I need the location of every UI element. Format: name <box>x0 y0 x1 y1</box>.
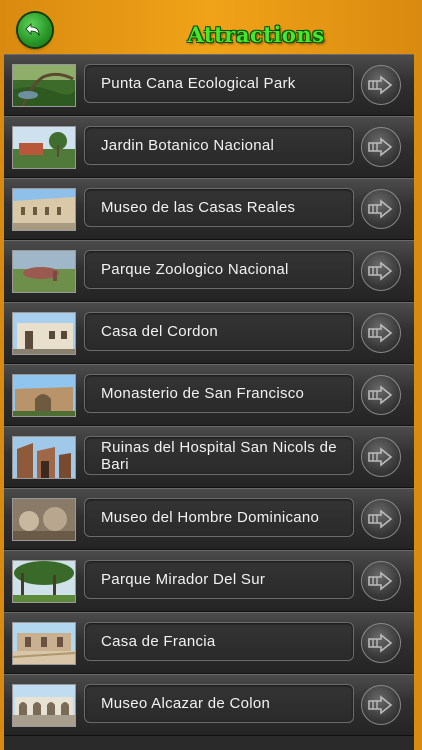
thumbnail-image <box>12 250 76 293</box>
item-label-box[interactable]: Monasterio de San Francisco <box>84 374 354 413</box>
arrow-right-icon <box>368 75 393 95</box>
thumbnail-image <box>12 188 76 231</box>
open-item-button[interactable] <box>361 561 401 601</box>
list-item[interactable]: Museo de las Casas Reales <box>4 178 414 240</box>
list-item[interactable]: Punta Cana Ecological Park <box>4 54 414 116</box>
arrow-right-icon <box>368 695 393 715</box>
thumbnail-image <box>12 684 76 727</box>
list-item[interactable]: Casa del Cordon <box>4 302 414 364</box>
thumbnail-image <box>12 312 76 355</box>
list-item[interactable]: Jardin Botanico Nacional <box>4 116 414 178</box>
open-item-button[interactable] <box>361 65 401 105</box>
arrow-right-icon <box>368 261 393 281</box>
arrow-right-icon <box>368 633 393 653</box>
open-item-button[interactable] <box>361 375 401 415</box>
item-label-box[interactable]: Casa del Cordon <box>84 312 354 351</box>
item-label: Monasterio de San Francisco <box>101 385 305 402</box>
open-item-button[interactable] <box>361 623 401 663</box>
arrow-right-icon <box>368 509 393 529</box>
arrow-right-icon <box>368 447 393 467</box>
header-bar: Attractions <box>0 0 422 58</box>
item-label: Parque Mirador Del Sur <box>101 571 266 588</box>
open-item-button[interactable] <box>361 685 401 725</box>
list-item[interactable]: Museo del Hombre Dominicano <box>4 488 414 550</box>
item-label-box[interactable]: Jardin Botanico Nacional <box>84 126 354 165</box>
item-label-box[interactable]: Ruinas del Hospital San Nicols de Bari <box>84 436 354 475</box>
item-label: Jardin Botanico Nacional <box>101 137 275 154</box>
item-label-box[interactable]: Museo Alcazar de Colon <box>84 684 354 723</box>
open-item-button[interactable] <box>361 127 401 167</box>
item-label: Punta Cana Ecological Park <box>101 75 296 92</box>
open-item-button[interactable] <box>361 189 401 229</box>
item-label-box[interactable]: Punta Cana Ecological Park <box>84 64 354 103</box>
thumbnail-image <box>12 374 76 417</box>
arrow-right-icon <box>368 571 393 591</box>
attractions-list: Punta Cana Ecological Park Jardin Botani… <box>4 54 414 750</box>
item-label: Museo Alcazar de Colon <box>101 695 271 712</box>
list-item[interactable]: Parque Zoologico Nacional <box>4 240 414 302</box>
arrow-right-icon <box>368 199 393 219</box>
item-label: Casa del Cordon <box>101 323 219 340</box>
thumbnail-image <box>12 436 76 479</box>
thumbnail-image <box>12 64 76 107</box>
list-item[interactable]: Museo Alcazar de Colon <box>4 674 414 736</box>
item-label-box[interactable]: Casa de Francia <box>84 622 354 661</box>
thumbnail-image <box>12 560 76 603</box>
item-label: Museo del Hombre Dominicano <box>101 509 320 526</box>
list-item[interactable]: Parque Mirador Del Sur <box>4 550 414 612</box>
item-label-box[interactable]: Parque Zoologico Nacional <box>84 250 354 289</box>
item-label-box[interactable]: Museo del Hombre Dominicano <box>84 498 354 537</box>
open-item-button[interactable] <box>361 251 401 291</box>
item-label-box[interactable]: Museo de las Casas Reales <box>84 188 354 227</box>
item-label: Casa de Francia <box>101 633 216 650</box>
open-item-button[interactable] <box>361 437 401 477</box>
thumbnail-image <box>12 498 76 541</box>
page-title: Attractions <box>187 22 325 47</box>
item-label: Parque Zoologico Nacional <box>101 261 289 278</box>
arrow-right-icon <box>368 385 393 405</box>
thumbnail-image <box>12 622 76 665</box>
item-label: Ruinas del Hospital San Nicols de Bari <box>101 438 337 473</box>
list-item[interactable]: Ruinas del Hospital San Nicols de Bari <box>4 426 414 488</box>
list-item[interactable]: Casa de Francia <box>4 612 414 674</box>
item-label: Museo de las Casas Reales <box>101 199 296 216</box>
item-label-box[interactable]: Parque Mirador Del Sur <box>84 560 354 599</box>
thumbnail-image <box>12 126 76 169</box>
arrow-right-icon <box>368 137 393 157</box>
open-item-button[interactable] <box>361 499 401 539</box>
arrow-right-icon <box>368 323 393 343</box>
open-item-button[interactable] <box>361 313 401 353</box>
list-item[interactable]: Monasterio de San Francisco <box>4 364 414 426</box>
